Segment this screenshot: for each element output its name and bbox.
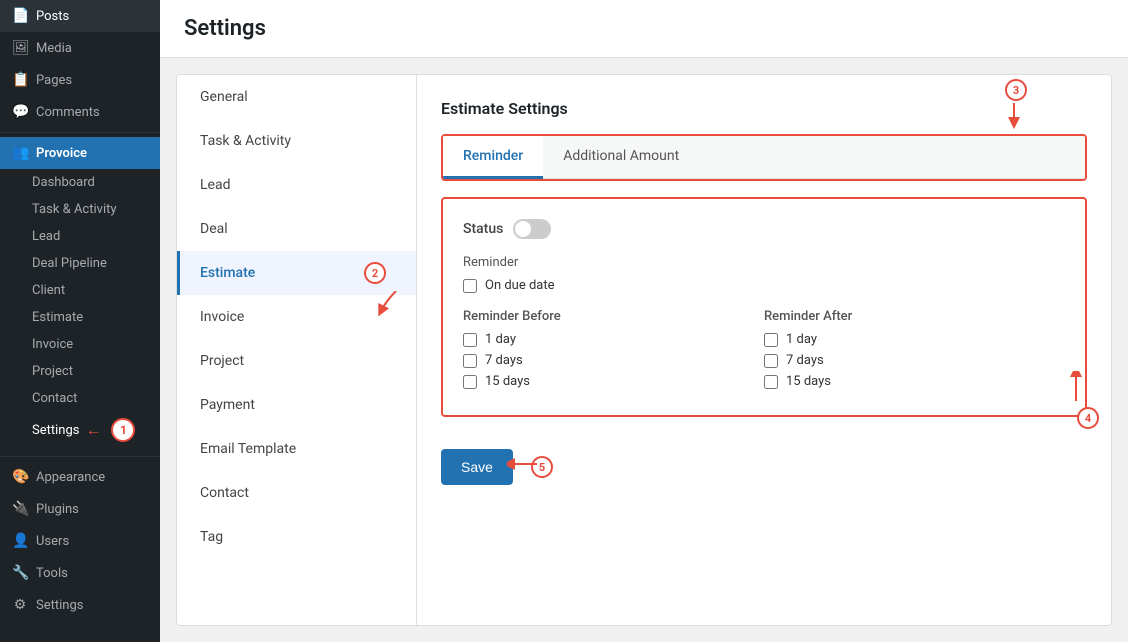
annotation-4: 4 <box>1077 407 1099 429</box>
reminder-section: Reminder On due date <box>463 255 1065 293</box>
tab-reminder[interactable]: Reminder <box>443 136 543 179</box>
sidebar-subitem-dashboard[interactable]: Dashboard <box>0 169 160 196</box>
pages-icon: 📋 <box>12 72 28 88</box>
on-due-date-row: On due date <box>463 278 1065 293</box>
sidebar-subitem-task-activity[interactable]: Task & Activity <box>0 196 160 223</box>
sidebar-item-appearance[interactable]: 🎨 Appearance <box>0 461 160 493</box>
media-icon: 🖼 <box>12 40 28 56</box>
tabs-container: Reminder Additional Amount <box>441 134 1087 181</box>
reminder-after-col: Reminder After 1 day 7 days <box>764 309 1065 395</box>
after-15days-label: 15 days <box>786 374 831 389</box>
main-content: Settings General Task & Activity Lead De… <box>160 0 1128 642</box>
after-1day-label: 1 day <box>786 332 817 347</box>
before-15days-row: 15 days <box>463 374 764 389</box>
comments-icon: 💬 <box>12 104 28 120</box>
after-1day-row: 1 day <box>764 332 1065 347</box>
save-button[interactable]: Save <box>441 449 513 485</box>
status-label: Status <box>463 221 503 237</box>
settings-nav-contact[interactable]: Contact <box>177 471 416 515</box>
sidebar-subitem-settings[interactable]: Settings ← 1 <box>0 412 160 448</box>
settings-nav-tag[interactable]: Tag <box>177 515 416 559</box>
appearance-icon: 🎨 <box>12 469 28 485</box>
annotation-5: 5 <box>531 456 553 478</box>
sidebar-item-media[interactable]: 🖼 Media <box>0 32 160 64</box>
on-due-date-label: On due date <box>485 278 555 293</box>
status-toggle[interactable] <box>513 219 551 239</box>
settings-nav-estimate[interactable]: Estimate 2 <box>177 251 416 295</box>
settings-nav-task-activity[interactable]: Task & Activity <box>177 119 416 163</box>
annotation-3: 3 <box>1005 79 1027 101</box>
settings-nav-lead[interactable]: Lead <box>177 163 416 207</box>
before-7days-label: 7 days <box>485 353 523 368</box>
reminder-before-title: Reminder Before <box>463 309 764 324</box>
sidebar-item-posts[interactable]: 📄 Posts <box>0 0 160 32</box>
sidebar-subitem-invoice[interactable]: Invoice <box>0 331 160 358</box>
settings-nav-general[interactable]: General <box>177 75 416 119</box>
settings-wp-icon: ⚙ <box>12 597 28 613</box>
sidebar-item-comments[interactable]: 💬 Comments <box>0 96 160 128</box>
plugins-icon: 🔌 <box>12 501 28 517</box>
before-1day-label: 1 day <box>485 332 516 347</box>
settings-nav-email-template[interactable]: Email Template <box>177 427 416 471</box>
settings-arrow-icon: ← <box>85 420 101 440</box>
after-15days-row: 15 days <box>764 374 1065 389</box>
reminder-before-col: Reminder Before 1 day 7 days <box>463 309 764 395</box>
content-layout: General Task & Activity Lead Deal Estima… <box>176 74 1112 626</box>
after-1day-checkbox[interactable] <box>764 333 778 347</box>
settings-main-panel: Estimate Settings 3 Reminder <box>417 75 1111 625</box>
wordpress-sidebar: 📄 Posts 🖼 Media 📋 Pages 💬 Comments 👥 Pro… <box>0 0 160 642</box>
settings-nav-deal[interactable]: Deal <box>177 207 416 251</box>
before-1day-row: 1 day <box>463 332 764 347</box>
sidebar-subitem-lead[interactable]: Lead <box>0 223 160 250</box>
after-7days-label: 7 days <box>786 353 824 368</box>
on-due-date-checkbox[interactable] <box>463 279 477 293</box>
reminder-after-title: Reminder After <box>764 309 1065 324</box>
posts-icon: 📄 <box>12 8 28 24</box>
sidebar-subitem-client[interactable]: Client <box>0 277 160 304</box>
before-7days-row: 7 days <box>463 353 764 368</box>
before-15days-checkbox[interactable] <box>463 375 477 389</box>
estimate-settings-title: Estimate Settings <box>441 99 1087 118</box>
settings-nav-project[interactable]: Project <box>177 339 416 383</box>
after-15days-checkbox[interactable] <box>764 375 778 389</box>
sidebar-item-pages[interactable]: 📋 Pages <box>0 64 160 96</box>
sidebar-subitem-estimate[interactable]: Estimate <box>0 304 160 331</box>
sidebar-item-users[interactable]: 👤 Users <box>0 525 160 557</box>
sidebar-subitem-project[interactable]: Project <box>0 358 160 385</box>
page-title: Settings <box>184 16 1104 41</box>
sidebar-item-provoice[interactable]: 👥 Provoice <box>0 137 160 169</box>
provoice-icon: 👥 <box>12 145 28 161</box>
annotation-1: 1 <box>111 418 135 442</box>
after-7days-row: 7 days <box>764 353 1065 368</box>
annotation-2: 2 <box>364 262 386 284</box>
tools-icon: 🔧 <box>12 565 28 581</box>
sidebar-subitem-contact[interactable]: Contact <box>0 385 160 412</box>
settings-nav-invoice[interactable]: Invoice <box>177 295 416 339</box>
sidebar-subitem-deal-pipeline[interactable]: Deal Pipeline <box>0 250 160 277</box>
tab-additional-amount[interactable]: Additional Amount <box>543 136 699 179</box>
settings-nav-payment[interactable]: Payment <box>177 383 416 427</box>
after-7days-checkbox[interactable] <box>764 354 778 368</box>
settings-sidebar: General Task & Activity Lead Deal Estima… <box>177 75 417 625</box>
tabs-header: Reminder Additional Amount <box>443 136 1085 179</box>
sidebar-item-tools[interactable]: 🔧 Tools <box>0 557 160 589</box>
before-15days-label: 15 days <box>485 374 530 389</box>
reminder-columns: Reminder Before 1 day 7 days <box>463 309 1065 395</box>
before-1day-checkbox[interactable] <box>463 333 477 347</box>
users-icon: 👤 <box>12 533 28 549</box>
status-row: Status <box>463 219 1065 239</box>
reminder-content: Status Reminder On due date <box>441 197 1087 417</box>
before-7days-checkbox[interactable] <box>463 354 477 368</box>
sidebar-item-plugins[interactable]: 🔌 Plugins <box>0 493 160 525</box>
top-bar: Settings <box>160 0 1128 58</box>
reminder-section-label: Reminder <box>463 255 1065 270</box>
sidebar-item-settings-wp[interactable]: ⚙ Settings <box>0 589 160 621</box>
